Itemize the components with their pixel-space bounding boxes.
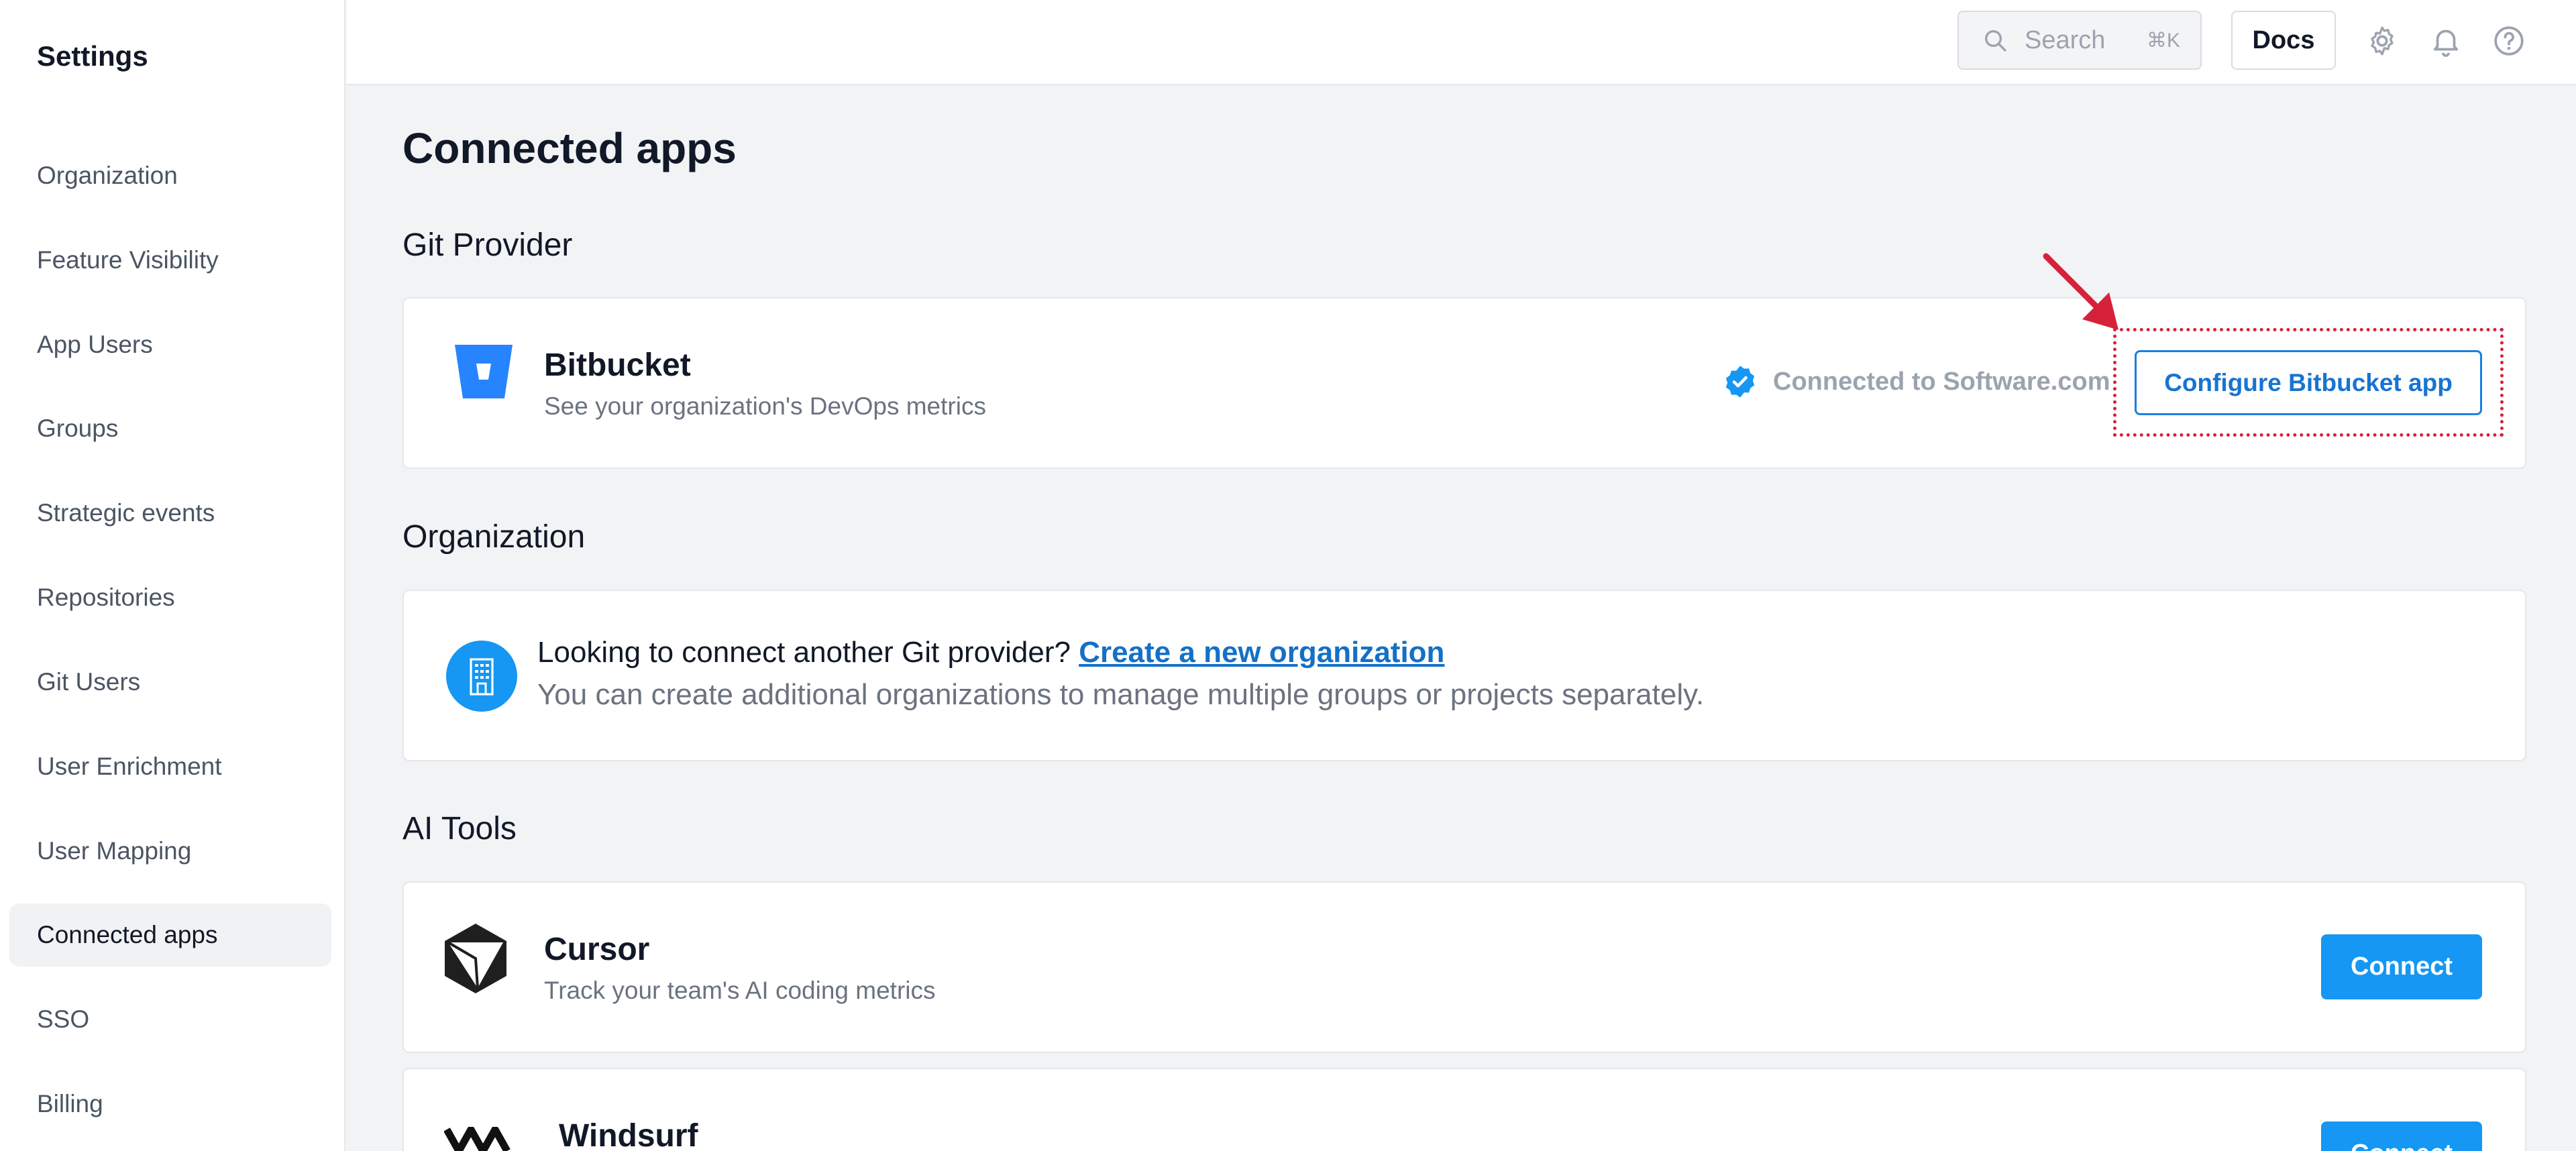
cursor-card [402,881,2526,1053]
bitbucket-logo-icon [455,345,513,398]
help-icon[interactable] [2492,24,2526,58]
sidebar-title: Settings [37,40,148,72]
building-icon [446,641,517,712]
organization-card [402,590,2526,761]
connection-status: Connected to Software.com [1722,364,2110,400]
windsurf-logo-icon [444,1127,511,1151]
docs-button[interactable]: Docs [2231,11,2336,70]
connection-status-text: Connected to Software.com [1773,367,2110,396]
sidebar-item-user-mapping[interactable]: User Mapping [9,820,331,883]
create-organization-link[interactable]: Create a new organization [1079,636,1444,669]
org-description: You can create additional organizations … [537,678,1705,711]
verified-check-icon [1725,366,1755,398]
annotation-arrow-icon [2043,253,2118,330]
cursor-name: Cursor [544,932,650,967]
search-placeholder: Search [2025,25,2106,54]
sidebar-item-sso[interactable]: SSO [9,988,331,1051]
section-title-git-provider: Git Provider [402,227,573,263]
section-title-organization: Organization [402,519,586,555]
sidebar: Settings Organization Feature Visibility… [0,0,345,1151]
sidebar-item-strategic-events[interactable]: Strategic events [9,482,331,545]
sidebar-item-user-enrichment[interactable]: User Enrichment [9,735,331,798]
page-title: Connected apps [402,124,737,172]
section-title-ai-tools: AI Tools [402,811,517,846]
windsurf-connect-button[interactable]: Connect [2321,1121,2482,1151]
search-icon [1985,30,2006,52]
sidebar-item-connected-apps[interactable]: Connected apps [9,903,331,967]
cursor-description: Track your team's AI coding metrics [544,977,936,1004]
org-prompt-line: Looking to connect another Git provider?… [537,636,1444,669]
annotation-highlight-box [2113,328,2504,437]
bitbucket-description: See your organization's DevOps metrics [544,392,986,420]
bitbucket-name: Bitbucket [544,347,691,383]
sidebar-item-git-users[interactable]: Git Users [9,651,331,714]
org-prompt-text: Looking to connect another Git provider? [537,636,1071,669]
bell-icon[interactable] [2429,24,2463,58]
gear-icon[interactable] [2365,24,2399,58]
cursor-logo-icon [445,924,506,993]
windsurf-name: Windsurf [559,1118,698,1151]
sidebar-item-repositories[interactable]: Repositories [9,566,331,629]
search-input[interactable]: Search ⌘K [1957,11,2202,70]
sidebar-item-billing[interactable]: Billing [9,1073,331,1136]
search-shortcut: ⌘K [2146,29,2180,52]
sidebar-item-organization[interactable]: Organization [9,144,331,207]
windsurf-card [402,1068,2526,1151]
sidebar-item-groups[interactable]: Groups [9,397,331,460]
sidebar-item-feature-visibility[interactable]: Feature Visibility [9,229,331,292]
cursor-connect-button[interactable]: Connect [2321,934,2482,999]
sidebar-item-app-users[interactable]: App Users [9,313,331,376]
